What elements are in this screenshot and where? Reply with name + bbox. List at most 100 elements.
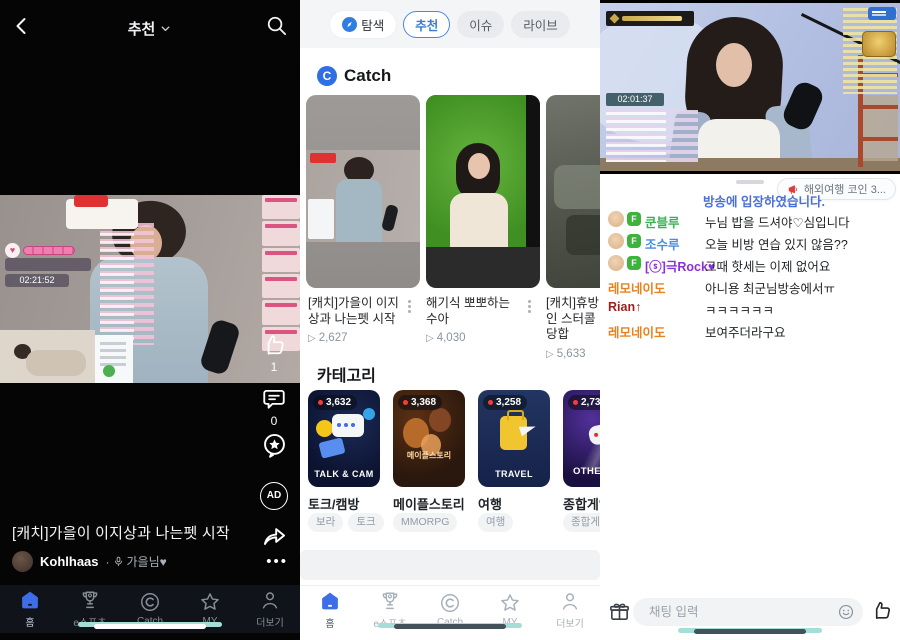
search-button[interactable] <box>265 14 288 37</box>
donation-card-stack <box>262 195 300 351</box>
views-play-icon <box>308 331 316 346</box>
catch-video-caption[interactable]: 해기식 뽀뽀하는 수아 4,030 <box>426 296 522 346</box>
drag-handle[interactable] <box>736 180 764 184</box>
screen: 추천 ♥ 02:21:52 <box>0 0 900 640</box>
chat-username[interactable]: 조수루 <box>645 234 680 253</box>
viewer-count-badge: 2,731 <box>568 395 600 410</box>
tab-label: 라이브 <box>523 15 558 34</box>
player-header: 추천 <box>0 0 300 56</box>
channel-avatar[interactable] <box>12 551 33 572</box>
catch-section-title: Catch <box>344 66 391 86</box>
chevron-left-icon <box>10 14 34 38</box>
catch-video-caption[interactable]: [캐치]휴방인 스터콜 당합 5,633 <box>546 296 600 361</box>
category-card[interactable]: 2,731 OTHER GAMES <box>563 390 600 487</box>
catch-video-card[interactable] <box>546 95 600 288</box>
thumb-up-icon <box>261 332 287 358</box>
chat-username[interactable]: 레모네이도 <box>608 322 666 341</box>
nav-home[interactable]: 홈 <box>300 586 360 633</box>
category-card[interactable]: 3,632 TALK & CAM <box>308 390 380 487</box>
nav-label: 홈 <box>325 615 334 630</box>
catch-video-caption[interactable]: [캐치]가을이 이지상과 나는펫 시작 2,627 <box>308 296 404 346</box>
tab-recommended[interactable]: 추천 <box>403 11 450 38</box>
share-icon <box>261 522 288 549</box>
tag-chip[interactable]: 종합게임 <box>563 513 600 532</box>
live-video-player[interactable]: 02:01:37 <box>600 0 900 174</box>
chat-message[interactable]: 레모네이도 아니용 최군님방송에서ㅠ <box>600 277 900 295</box>
chat-text: ㅋㅋㅋㅋㅋㅋ <box>705 300 774 319</box>
star-icon <box>199 591 221 613</box>
nav-home[interactable]: 홈 <box>0 585 60 633</box>
category-name[interactable]: 메이플스토리 <box>393 494 465 513</box>
category-card[interactable]: 3,258 TRAVEL <box>478 390 550 487</box>
emoji-button[interactable] <box>837 603 855 621</box>
tab-label: 이슈 <box>469 15 492 34</box>
tab-live[interactable]: 라이브 <box>511 11 570 38</box>
person-icon <box>559 590 581 612</box>
tag-chip[interactable]: 토크 <box>348 513 383 532</box>
video-menu-icon[interactable] <box>528 298 531 315</box>
nav-more[interactable]: 더보기 <box>540 586 600 633</box>
more-options-icon[interactable]: ••• <box>266 553 288 570</box>
cheer-like-button[interactable] <box>870 599 893 622</box>
catch-video-title: [캐치]휴방인 스터콜 당합 <box>546 296 600 343</box>
category-tags: 여행 <box>478 513 513 532</box>
cube-graphic <box>318 437 345 458</box>
inset-screen-share <box>95 335 133 383</box>
ad-button[interactable]: AD <box>254 482 294 510</box>
live-video-scene: 02:01:37 <box>600 3 900 171</box>
category-section-title: 카테고리 <box>317 362 376 386</box>
view-count: 5,633 <box>546 347 600 362</box>
tag-chip[interactable]: 여행 <box>478 513 513 532</box>
chat-message[interactable]: F [ⓢ]극Rock♥ 그때 핫세는 이제 없어요 <box>600 255 900 273</box>
ad-icon: AD <box>260 482 288 510</box>
category-name[interactable]: 여행 <box>478 494 502 513</box>
catch-video-card[interactable] <box>306 95 420 288</box>
back-button[interactable] <box>10 14 34 38</box>
comment-count: 0 <box>254 414 294 428</box>
catch-c-icon <box>139 591 161 613</box>
live-dot-icon <box>318 400 323 405</box>
thumb-up-icon <box>870 599 893 622</box>
chat-text: 아니용 최군님방송에서ㅠ <box>705 278 835 297</box>
catch-video-title: [캐치]가을이 이지상과 나는펫 시작 <box>308 296 404 327</box>
like-count: 1 <box>254 360 294 374</box>
chat-message[interactable]: F 쿤블루 누님 밥을 드셔야♡심입니다 <box>600 211 900 229</box>
category-card[interactable]: 3,368 메이플스토리 <box>393 390 465 487</box>
chat-message[interactable]: F 조수루 오늘 비방 연습 있지 않음?? <box>600 233 900 251</box>
chat-username[interactable]: 레모네이도 <box>608 278 666 297</box>
catch-video-card[interactable] <box>426 95 540 288</box>
feed-selector[interactable]: 추천 <box>128 18 173 39</box>
favorite-button[interactable] <box>254 432 294 459</box>
category-name[interactable]: 토크/캠방 <box>308 494 359 513</box>
comment-icon <box>261 386 287 412</box>
channel-name[interactable]: Kohlhaas <box>40 554 99 569</box>
video-title: [캐치]가을이 이지상과 나는펫 시작 <box>12 522 262 543</box>
views-play-icon <box>546 347 554 362</box>
channel-row[interactable]: Kohlhaas · 가을님♥ <box>12 551 167 572</box>
category-art-label: 메이플스토리 <box>393 450 465 461</box>
viewer-count-badge: 3,368 <box>398 395 442 410</box>
gift-button[interactable] <box>608 600 631 623</box>
category-name[interactable]: 종합게임 <box>563 494 600 513</box>
catch-c-icon <box>439 592 461 614</box>
comment-button[interactable]: 0 <box>254 386 294 428</box>
chat-username[interactable]: 쿤블루 <box>645 212 680 231</box>
like-button[interactable]: 1 <box>254 332 294 374</box>
tab-explore[interactable]: 탐색 <box>330 11 396 38</box>
chat-message[interactable]: 레모네이도 보여주더라구요 <box>600 321 900 339</box>
chat-message[interactable]: Rian↑ ㅋㅋㅋㅋㅋㅋ <box>600 299 900 317</box>
chat-input[interactable] <box>647 598 825 626</box>
video-menu-icon[interactable] <box>408 298 411 315</box>
tab-issue[interactable]: 이슈 <box>457 11 504 38</box>
tag-chip[interactable]: 보라 <box>308 513 343 532</box>
tag-chip[interactable]: MMORPG <box>393 513 457 532</box>
view-count: 4,030 <box>426 331 522 346</box>
chat-username[interactable]: Rian↑ <box>608 300 641 314</box>
trophy-icon <box>379 590 401 612</box>
blue-badge-icon <box>363 408 375 420</box>
catch-section-header[interactable]: C Catch <box>317 66 391 86</box>
subscriber-banner-overlay <box>606 11 694 26</box>
nav-more[interactable]: 더보기 <box>240 585 300 633</box>
category-art-label: OTHER GAMES <box>573 466 600 477</box>
chat-input-field[interactable] <box>633 598 863 626</box>
